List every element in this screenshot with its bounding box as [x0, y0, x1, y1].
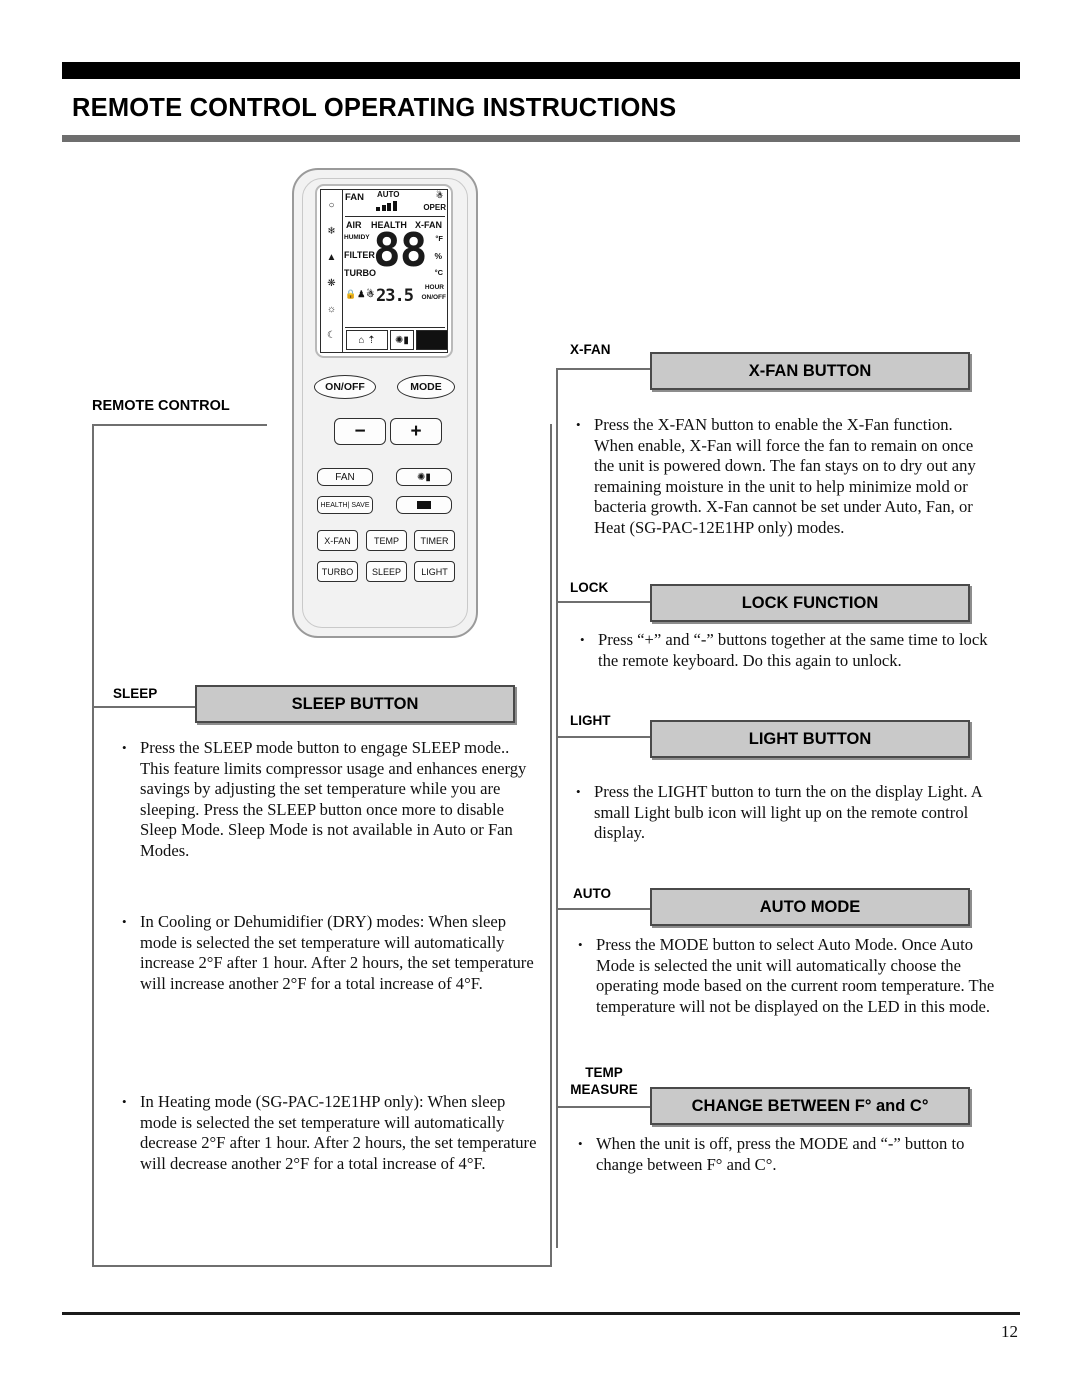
- auto-tag-underline: [556, 908, 652, 910]
- water-drop-icon: ○: [328, 200, 335, 211]
- header-gray-rule: [62, 135, 1020, 142]
- lcd-auto-label: AUTO: [377, 190, 400, 199]
- lock-function-callout-bar: LOCK FUNCTION: [650, 584, 970, 622]
- lcd-main-area: FAN AUTO OPER ☃ AIR HEALTH X-FAN HUMIDY …: [343, 190, 447, 352]
- remote-lcd-frame: ○ ❄ ▲ ❋ ☼ ☾ FAN AUTO OPER ☃ AIR HEALTH X…: [315, 184, 453, 358]
- lcd-swing-icon: [416, 330, 447, 350]
- lcd-percent-label: %: [434, 251, 442, 261]
- remote-fan-button[interactable]: FAN: [317, 468, 373, 486]
- lcd-celsius-label: °C: [434, 268, 443, 277]
- lcd-onoff-label: ON/OFF: [421, 294, 446, 301]
- sleep-paragraph-3: In Heating mode (SG-PAC-12E1HP only): Wh…: [110, 1092, 540, 1174]
- right-callout-bracket: [556, 368, 558, 1248]
- light-button-callout-bar: LIGHT BUTTON: [650, 720, 970, 758]
- lock-paragraph-1: Press “+” and “-” buttons together at th…: [568, 630, 996, 671]
- remote-mode-button[interactable]: MODE: [397, 375, 455, 399]
- remote-light-button[interactable]: LIGHT: [414, 561, 455, 582]
- lcd-light-beam-icon: ✺▮: [390, 330, 414, 350]
- lcd-home-thermometer-icon: ⌂ ⇡: [346, 330, 388, 350]
- remote-temp-button[interactable]: TEMP: [366, 530, 407, 551]
- fan-blade-icon: ❋: [327, 278, 336, 289]
- auto-section-tag: AUTO: [573, 886, 612, 901]
- swing-horizontal-icon[interactable]: [396, 496, 452, 514]
- sleep-paragraph-2: In Cooling or Dehumidifier (DRY) modes: …: [110, 912, 540, 994]
- lcd-lock-person-bulb-icons: 🔒♟☃: [345, 289, 376, 299]
- page-header: REMOTE CONTROL OPERATING INSTRUCTIONS: [62, 62, 1020, 142]
- xfan-button-callout-bar: X-FAN BUTTON: [650, 352, 970, 390]
- sleep-section-tag: SLEEP: [113, 686, 158, 701]
- lcd-fan-label: FAN: [345, 192, 364, 203]
- dry-icon: ▲: [326, 252, 337, 263]
- change-f-c-callout-bar: CHANGE BETWEEN F° and C°: [650, 1087, 970, 1125]
- temp-measure-section-tag: TEMP MEASURE: [556, 1064, 652, 1098]
- lcd-bottom-row: ⌂ ⇡ ✺▮: [345, 327, 447, 351]
- remote-minus-button[interactable]: −: [334, 418, 386, 445]
- swing-vertical-icon[interactable]: ✺▮: [396, 468, 452, 486]
- footer-rule: [62, 1312, 1020, 1315]
- xfan-section-tag: X-FAN: [570, 342, 611, 357]
- xfan-tag-underline: [556, 368, 652, 370]
- header-black-bar: [62, 62, 1020, 79]
- lcd-icon-rail: ○ ❄ ▲ ❋ ☼ ☾: [321, 190, 343, 352]
- remote-control-bracket-top: [92, 424, 267, 426]
- remote-plus-button[interactable]: +: [390, 418, 442, 445]
- sun-icon: ☼: [326, 304, 337, 315]
- xfan-paragraph-1: Press the X-FAN button to enable the X-F…: [564, 415, 996, 539]
- remote-control-tag: REMOTE CONTROL: [92, 398, 230, 414]
- lock-tag-underline: [556, 601, 652, 603]
- sleep-tag-underline: [92, 706, 196, 708]
- lcd-timer-digits: 23.5: [376, 286, 414, 306]
- light-tag-underline: [556, 736, 652, 738]
- fan-speed-bars-icon: [376, 201, 397, 211]
- remote-health-save-button[interactable]: HEALTH| SAVE: [317, 496, 373, 514]
- lcd-oper-label: OPER: [423, 203, 446, 212]
- remote-sleep-button[interactable]: SLEEP: [366, 561, 407, 582]
- temp-measure-paragraph-1: When the unit is off, press the MODE and…: [566, 1134, 996, 1175]
- temp-measure-tag-line2: MEASURE: [570, 1082, 638, 1097]
- lcd-mode-snow-icon: ☃: [435, 191, 443, 200]
- moon-icon: ☾: [327, 330, 336, 341]
- lock-section-tag: LOCK: [570, 580, 609, 595]
- light-section-tag: LIGHT: [570, 713, 611, 728]
- remote-lcd-display: ○ ❄ ▲ ❋ ☼ ☾ FAN AUTO OPER ☃ AIR HEALTH X…: [320, 189, 448, 353]
- remote-turbo-button[interactable]: TURBO: [317, 561, 358, 582]
- lcd-turbo-label: TURBO: [344, 268, 376, 278]
- light-paragraph-1: Press the LIGHT button to turn the on th…: [564, 782, 996, 844]
- lcd-hour-label: HOUR: [424, 284, 444, 291]
- temp-measure-tag-underline: [556, 1106, 652, 1108]
- snowflake-icon: ❄: [327, 226, 336, 237]
- lcd-air-label: AIR: [346, 220, 362, 230]
- lcd-fahrenheit-label: °F: [435, 234, 443, 243]
- sleep-paragraph-1: Press the SLEEP mode button to engage SL…: [110, 738, 540, 862]
- temp-measure-tag-line1: TEMP: [585, 1065, 623, 1080]
- lcd-filter-label: FILTER: [344, 250, 375, 260]
- remote-onoff-button[interactable]: ON/OFF: [314, 375, 376, 399]
- sleep-button-callout-bar: SLEEP BUTTON: [195, 685, 515, 723]
- lcd-temperature-digits: 88: [373, 223, 427, 277]
- lcd-humidy-label: HUMIDY: [344, 234, 370, 241]
- auto-paragraph-1: Press the MODE button to select Auto Mod…: [566, 935, 996, 1017]
- page-number: 12: [1001, 1322, 1018, 1341]
- remote-xfan-button[interactable]: X-FAN: [317, 530, 358, 551]
- remote-control-illustration: ○ ❄ ▲ ❋ ☼ ☾ FAN AUTO OPER ☃ AIR HEALTH X…: [292, 168, 478, 638]
- remote-timer-button[interactable]: TIMER: [414, 530, 455, 551]
- page-title: REMOTE CONTROL OPERATING INSTRUCTIONS: [72, 94, 677, 122]
- auto-mode-callout-bar: AUTO MODE: [650, 888, 970, 926]
